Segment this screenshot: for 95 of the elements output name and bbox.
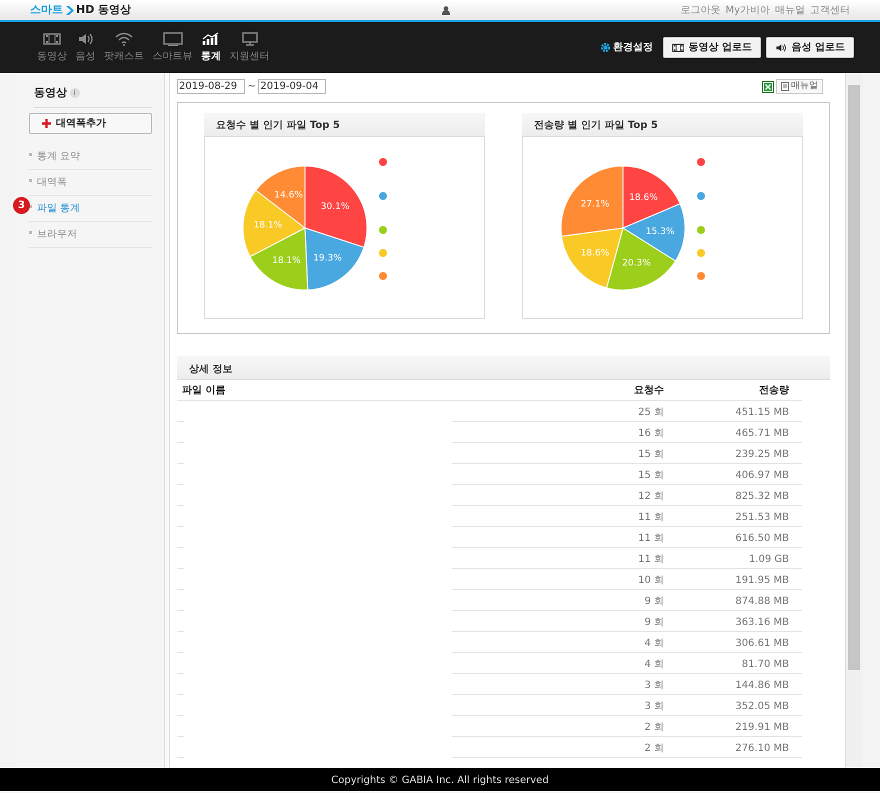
table-cell-text: 11 회 — [637, 553, 664, 567]
chart-title: 요청수 별 인기 파일 Top 5 — [204, 113, 485, 137]
excel-icon[interactable] — [762, 80, 774, 92]
slice-label: 27.1% — [580, 200, 610, 210]
table-cell-text: 11 회 — [637, 532, 664, 546]
chevron-icon — [66, 6, 74, 14]
table-cell-text: 10 회 — [637, 574, 664, 588]
table-cell-text: 81.70 MB — [740, 658, 789, 672]
table-cell-text: 825.32 MB — [734, 490, 789, 504]
nav-tab[interactable]: 동영상 — [34, 32, 70, 64]
header-link[interactable]: 고객센터 — [810, 2, 850, 18]
slice-label: 14.6% — [274, 190, 303, 201]
speaker-icon — [76, 32, 94, 46]
table-cell-text: 144.86 MB — [734, 679, 789, 693]
product-title: HD 동영상 — [76, 2, 132, 18]
step-badge: 3 — [13, 196, 30, 214]
table-cell-text: 15 회 — [637, 448, 664, 462]
table-cell-text: 465.71 MB — [734, 427, 789, 441]
plus-icon — [42, 118, 51, 128]
table-cell-text: 2 회 — [643, 721, 664, 735]
upload-button[interactable]: 음성 업로드 — [766, 37, 854, 58]
header-link[interactable]: 매뉴얼 — [775, 2, 805, 18]
slice-label: 18.1% — [272, 256, 301, 266]
sidebar-item[interactable]: 통계 요약 — [29, 144, 152, 170]
table-cell-text: 9 회 — [643, 595, 664, 609]
column-header: 전송량 — [758, 384, 789, 398]
table-cell-text: 4 회 — [643, 658, 664, 672]
film-icon — [672, 42, 684, 52]
table-cell-text: 306.61 MB — [734, 637, 789, 651]
table-cell-text: 251.53 MB — [734, 511, 789, 525]
chart-title: 전송량 별 인기 파일 Top 5 — [522, 113, 803, 137]
slice-label: 18.1% — [254, 220, 282, 231]
screen-icon — [162, 32, 182, 46]
settings-link[interactable]: 환경설정 — [601, 40, 653, 55]
document-icon — [781, 82, 789, 91]
header-link[interactable]: My가비아 — [725, 2, 770, 18]
table-cell-text: 11 회 — [637, 511, 664, 525]
sidebar-item[interactable]: 파일 통계 — [29, 196, 152, 222]
speaker-icon — [774, 42, 788, 52]
film-icon — [43, 32, 61, 46]
gear-icon — [601, 43, 610, 52]
nav-tab[interactable]: 스마트뷰 — [150, 32, 196, 64]
manual-button[interactable]: 매뉴얼 — [776, 79, 823, 94]
nav-tab[interactable]: 지원센터 — [226, 32, 272, 64]
bullet-icon — [29, 230, 32, 234]
header-link[interactable]: 로그아웃 — [680, 2, 720, 18]
table-cell-text: 2 회 — [643, 742, 664, 756]
table-cell-text: 363.16 MB — [734, 616, 789, 630]
date-field[interactable]: 2019-09-04 — [258, 79, 326, 94]
table-cell-text: 451.15 MB — [734, 406, 789, 420]
slice-label: 19.3% — [313, 254, 342, 264]
bullet-icon — [29, 178, 32, 182]
table-cell-text: 219.91 MB — [734, 721, 789, 735]
nav-tab[interactable]: 통계 — [198, 32, 224, 64]
table-cell-text: 276.10 MB — [734, 742, 789, 756]
table-cell-text: 12 회 — [637, 490, 664, 504]
table-cell-text: 616.50 MB — [734, 532, 789, 546]
table-cell-text: 4 회 — [643, 637, 664, 651]
date-field[interactable]: 2019-08-29 — [177, 79, 245, 94]
table-cell-text: 15 회 — [637, 469, 664, 483]
bullet-icon — [29, 152, 32, 156]
slice-label: 30.1% — [320, 202, 350, 212]
footer-text: Copyrights © GABIA Inc. All rights reserved — [0, 768, 880, 791]
table-cell-text: 874.88 MB — [734, 595, 789, 609]
range-separator: ~ — [248, 80, 256, 94]
sidebar-item[interactable]: 브라우저 — [29, 222, 152, 248]
nav-tab[interactable]: 음성 — [72, 32, 98, 64]
table-cell-text: 3 회 — [643, 700, 664, 714]
section-title: 상세 정보 — [177, 356, 830, 380]
sidebar-title: 동영상 — [34, 85, 67, 101]
table-cell-text: 1.09 GB — [748, 553, 789, 567]
table-cell-text: 352.05 MB — [734, 700, 789, 714]
table-cell-text: 16 회 — [637, 427, 664, 441]
wifi-icon — [115, 32, 133, 46]
column-header: 파일 이름 — [181, 384, 226, 398]
table-cell-text: 191.95 MB — [734, 574, 789, 588]
scrollbar[interactable] — [845, 73, 862, 768]
add-bandwidth-button[interactable]: 대역폭추가 — [29, 112, 152, 134]
logo-text: 스마트 — [30, 2, 63, 18]
sidebar-item[interactable]: 대역폭 — [29, 170, 152, 196]
column-header: 요청수 — [633, 384, 664, 398]
table-cell-text: 406.97 MB — [734, 469, 789, 483]
table-cell-text: 3 회 — [643, 679, 664, 693]
table-cell-text: 25 회 — [637, 406, 664, 420]
bar-chart-icon — [202, 32, 220, 46]
user-icon — [442, 6, 450, 14]
slice-label: 15.3% — [646, 227, 674, 237]
nav-tab[interactable]: 팟캐스트 — [101, 32, 147, 64]
table-cell-text: 9 회 — [643, 616, 664, 630]
slice-label: 18.6% — [580, 248, 610, 258]
monitor-icon — [240, 32, 258, 46]
slice-label: 20.3% — [622, 258, 651, 269]
slice-label: 18.6% — [629, 193, 658, 203]
upload-button[interactable]: 동영상 업로드 — [662, 37, 761, 58]
table-cell-text: 239.25 MB — [734, 448, 789, 462]
